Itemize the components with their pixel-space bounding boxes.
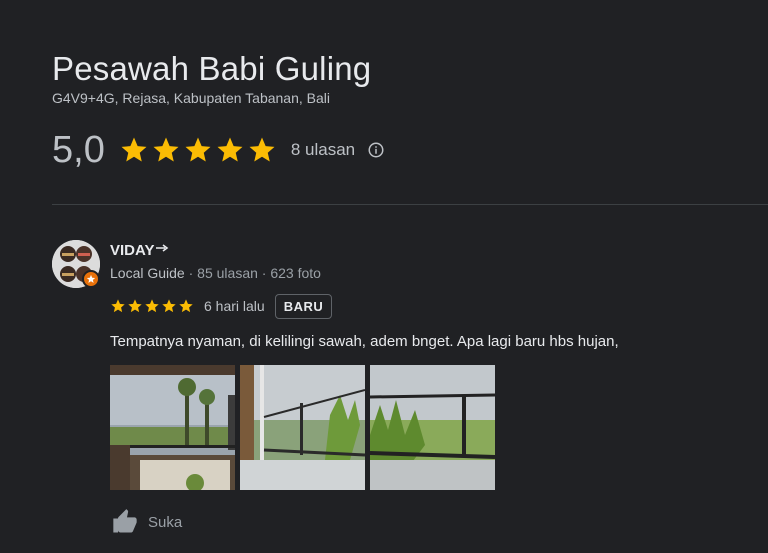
star-icon xyxy=(249,137,275,162)
meta-separator: · xyxy=(188,265,198,281)
review-photo-2[interactable] xyxy=(240,365,365,490)
star-icon xyxy=(111,299,125,313)
like-label: Suka xyxy=(148,513,183,531)
reviewer-name-decoration-icon xyxy=(156,244,169,252)
thumbs-up-icon xyxy=(113,509,137,533)
review-stars xyxy=(110,298,194,314)
new-badge: BARU xyxy=(274,293,333,319)
local-guide-badge-icon xyxy=(82,270,100,288)
place-address: G4V9+4G, Rejasa, Kabupaten Tabanan, Bali xyxy=(52,90,330,106)
review-rating-row: 6 hari lalu BARU xyxy=(110,293,333,319)
info-icon[interactable] xyxy=(367,141,385,159)
rating-summary: 5,0 8 ulasan xyxy=(52,128,385,172)
review-photo-1[interactable] xyxy=(110,365,235,490)
reviewer-name[interactable]: VIDAY xyxy=(110,242,169,259)
review-photo-3[interactable] xyxy=(370,365,495,490)
review-date: 6 hari lalu xyxy=(204,298,265,314)
star-icon xyxy=(128,299,142,313)
like-button[interactable]: Suka xyxy=(110,508,182,536)
reviewer-meta: Local Guide · 85 ulasan · 623 foto xyxy=(110,265,321,281)
divider xyxy=(52,204,768,205)
place-title: Pesawah Babi Guling xyxy=(52,50,372,87)
star-icon xyxy=(179,299,193,313)
reviewer-photos-count: 623 foto xyxy=(270,265,321,281)
star-icon xyxy=(217,137,243,162)
star-icon xyxy=(145,299,159,313)
star-icon xyxy=(153,137,179,162)
reviewer-name-text: VIDAY xyxy=(110,242,155,259)
reviewer-reviews-count: 85 ulasan xyxy=(197,265,258,281)
star-icon xyxy=(121,137,147,162)
star-icon xyxy=(162,299,176,313)
local-guide-label: Local Guide xyxy=(110,265,185,281)
review-text: Tempatnya nyaman, di kelilingi sawah, ad… xyxy=(110,333,619,350)
review-count-link[interactable]: 8 ulasan xyxy=(291,140,355,160)
star-icon xyxy=(185,137,211,162)
rating-stars xyxy=(119,135,277,165)
rating-value: 5,0 xyxy=(52,128,105,171)
